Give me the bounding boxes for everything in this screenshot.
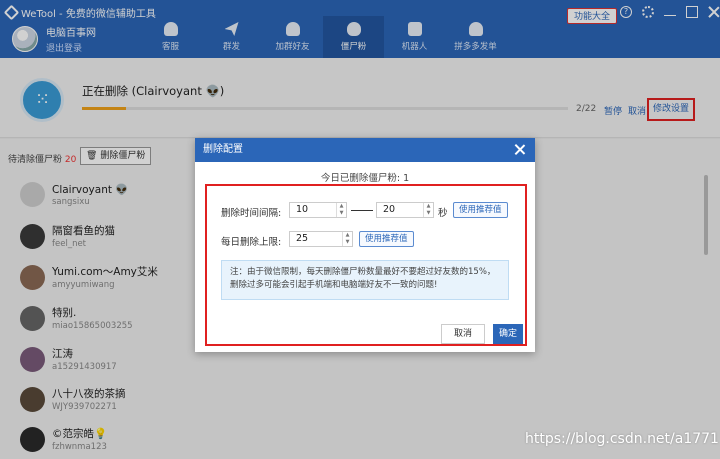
interval-min-input[interactable]: 10 ▲ ▼ <box>289 202 347 218</box>
interval-unit: 秒 <box>438 208 448 219</box>
confirm-button[interactable]: 确定 <box>493 324 523 344</box>
daily-limit-value: 25 <box>296 233 309 244</box>
range-dash <box>351 210 373 211</box>
limit-note: 注：由于微信限制，每天删除僵尸粉数量最好不要超过好友数的15%，删除过多可能会引… <box>221 260 509 300</box>
today-deleted-count: 今日已删除僵尸粉: 1 <box>320 173 410 184</box>
cancel-button[interactable]: 取消 <box>441 324 485 344</box>
stepper-arrows-icon[interactable]: ▲ ▼ <box>423 203 433 217</box>
use-recommended-daily-button[interactable]: 使用推荐值 <box>359 231 414 247</box>
dialog-header: 删除配置 <box>195 138 535 162</box>
interval-max-value: 20 <box>383 204 396 215</box>
stepper-arrows-icon[interactable]: ▲ ▼ <box>336 203 346 217</box>
interval-label: 删除时间间隔: <box>221 208 282 219</box>
interval-max-input[interactable]: 20 ▲ ▼ <box>376 202 434 218</box>
interval-min-value: 10 <box>296 204 309 215</box>
stepper-arrows-icon[interactable]: ▲ ▼ <box>342 232 352 246</box>
delete-config-dialog: 删除配置 今日已删除僵尸粉: 1 删除时间间隔: 10 ▲ ▼ 20 ▲ ▼ 秒 使… <box>195 138 535 352</box>
daily-limit-label: 每日删除上限: <box>221 237 282 248</box>
daily-limit-input[interactable]: 25 ▲ ▼ <box>289 231 353 247</box>
watermark: https://blog.csdn.net/a1771 <box>525 431 719 447</box>
dialog-close-icon[interactable] <box>514 144 525 155</box>
use-recommended-interval-button[interactable]: 使用推荐值 <box>453 202 508 218</box>
dialog-title: 删除配置 <box>203 144 243 155</box>
